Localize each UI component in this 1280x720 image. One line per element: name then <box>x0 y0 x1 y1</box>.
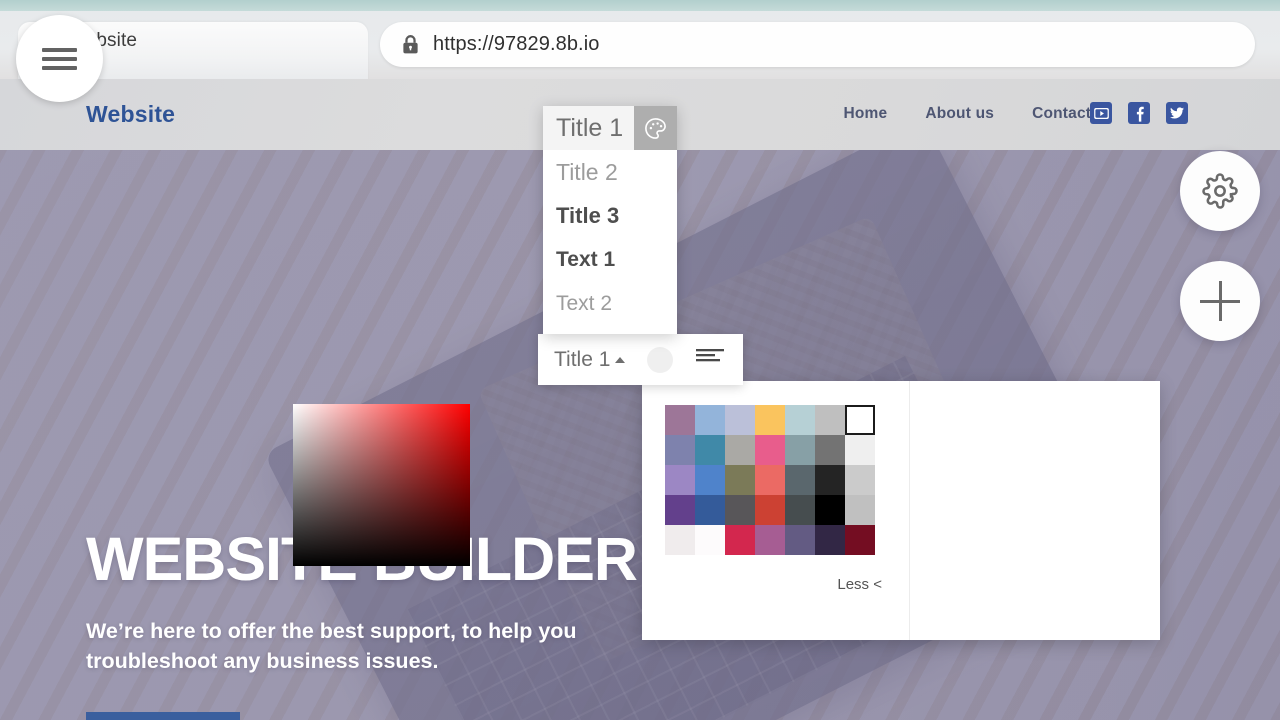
facebook-icon[interactable] <box>1128 102 1150 124</box>
color-swatch[interactable] <box>785 405 815 435</box>
site-logo[interactable]: Website <box>86 101 175 128</box>
address-bar[interactable]: https://97829.8b.io <box>380 22 1255 67</box>
site-nav: Home About us Contacts <box>843 105 1100 123</box>
nav-item-home[interactable]: Home <box>843 105 887 123</box>
less-toggle-link[interactable]: Less < <box>837 576 882 593</box>
text-style-option-text-1[interactable]: Text 1 <box>543 238 677 282</box>
color-swatch[interactable] <box>695 495 725 525</box>
color-swatch[interactable] <box>665 405 695 435</box>
custom-color-section <box>910 381 1160 640</box>
color-swatch[interactable] <box>665 495 695 525</box>
text-style-option-label: Title 2 <box>556 158 618 185</box>
builder-menu-fab[interactable] <box>16 15 103 102</box>
color-swatch[interactable] <box>665 465 695 495</box>
text-style-option-title-1[interactable]: Title 1 <box>543 106 677 150</box>
color-swatch[interactable] <box>785 495 815 525</box>
color-swatch[interactable] <box>665 435 695 465</box>
color-swatch[interactable] <box>785 435 815 465</box>
twitter-icon[interactable] <box>1166 102 1188 124</box>
saturation-value-box[interactable] <box>293 404 470 566</box>
color-swatch[interactable] <box>725 435 755 465</box>
style-selector[interactable]: Title 1 <box>554 347 626 372</box>
caret-up-icon <box>615 356 626 363</box>
align-left-button[interactable] <box>696 348 725 371</box>
color-swatch[interactable] <box>785 525 815 555</box>
lock-icon <box>403 35 418 54</box>
color-swatch[interactable] <box>725 495 755 525</box>
color-swatch[interactable] <box>815 435 845 465</box>
color-swatch-grid <box>665 405 875 555</box>
text-format-toolbar: Title 1 <box>538 334 743 385</box>
url-text: https://97829.8b.io <box>433 33 600 55</box>
palette-icon-badge[interactable] <box>634 106 677 150</box>
hamburger-menu-icon <box>42 48 77 52</box>
hero-subtitle[interactable]: We’re here to offer the best support, to… <box>86 617 606 676</box>
color-swatch-section: Less < <box>642 381 910 640</box>
color-swatch[interactable] <box>725 465 755 495</box>
color-picker-panel: Less < <box>642 381 1160 640</box>
add-fab[interactable] <box>1180 261 1260 341</box>
hamburger-menu-icon-bar3 <box>42 66 77 70</box>
text-style-option-text-2[interactable]: Text 2 <box>543 282 677 326</box>
color-swatch[interactable] <box>725 405 755 435</box>
settings-fab[interactable] <box>1180 151 1260 231</box>
color-swatch[interactable] <box>695 405 725 435</box>
text-style-option-label: Title 1 <box>556 113 624 142</box>
contact-us-button[interactable]: CONTACT US <box>86 712 240 720</box>
text-style-option-label: Text 1 <box>556 248 616 271</box>
color-swatch[interactable] <box>755 405 785 435</box>
color-swatch[interactable] <box>815 465 845 495</box>
gear-icon <box>1202 173 1238 209</box>
color-swatch[interactable] <box>815 525 845 555</box>
text-style-dropdown: Title 1 Title 2 Title 3 Text 1 Text 2 <box>543 106 677 334</box>
text-color-swatch-button[interactable] <box>647 346 674 373</box>
color-swatch[interactable] <box>845 435 875 465</box>
browser-top-strip <box>0 0 1280 11</box>
color-swatch[interactable] <box>845 525 875 555</box>
color-swatch[interactable] <box>845 465 875 495</box>
color-swatch[interactable] <box>695 465 725 495</box>
youtube-icon[interactable] <box>1090 102 1112 124</box>
color-swatch[interactable] <box>815 405 845 435</box>
nav-item-about-us[interactable]: About us <box>925 105 994 123</box>
color-swatch[interactable] <box>755 525 785 555</box>
color-swatch[interactable] <box>755 465 785 495</box>
plus-icon-vertical <box>1218 281 1222 321</box>
text-style-option-title-2[interactable]: Title 2 <box>543 150 677 194</box>
text-style-option-title-3[interactable]: Title 3 <box>543 194 677 238</box>
palette-icon <box>645 117 666 139</box>
style-selector-label: Title 1 <box>554 347 611 371</box>
color-swatch[interactable] <box>785 465 815 495</box>
color-swatch[interactable] <box>755 435 785 465</box>
align-left-icon <box>696 349 725 362</box>
social-icons <box>1090 102 1188 124</box>
color-swatch[interactable] <box>695 525 725 555</box>
text-style-option-label: Title 3 <box>556 203 620 228</box>
color-swatch[interactable] <box>845 405 875 435</box>
color-swatch[interactable] <box>845 495 875 525</box>
browser-chrome: Website https://97829.8b.io <box>0 0 1280 90</box>
color-swatch[interactable] <box>725 525 755 555</box>
text-style-option-label: Text 2 <box>556 292 613 315</box>
color-swatch[interactable] <box>815 495 845 525</box>
color-swatch[interactable] <box>755 495 785 525</box>
color-swatch[interactable] <box>665 525 695 555</box>
hamburger-menu-icon-bar2 <box>42 57 77 61</box>
color-swatch[interactable] <box>695 435 725 465</box>
